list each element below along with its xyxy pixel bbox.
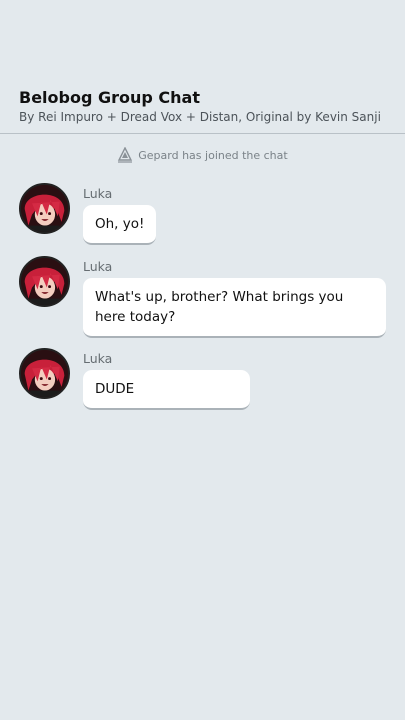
luka-avatar[interactable] — [19, 183, 70, 234]
chat-header: Belobog Group Chat By Rei Impuro + Dread… — [0, 0, 405, 134]
sender-name: Luka — [83, 259, 113, 274]
system-join-notice: Gepard has joined the chat — [0, 146, 405, 164]
chat-title: Belobog Group Chat — [19, 88, 200, 107]
message-bubble: What's up, brother? What brings you here… — [83, 278, 386, 338]
system-join-text: Gepard has joined the chat — [138, 148, 288, 162]
chat-screen: Belobog Group Chat By Rei Impuro + Dread… — [0, 0, 405, 720]
luka-avatar[interactable] — [19, 348, 70, 399]
luka-avatar[interactable] — [19, 256, 70, 307]
caravan-crest-icon — [117, 146, 133, 163]
chat-subtitle: By Rei Impuro + Dread Vox + Distan, Orig… — [19, 110, 381, 124]
message-bubble: DUDE — [83, 370, 250, 410]
message-bubble: Oh, yo! — [83, 205, 157, 245]
sender-name: Luka — [83, 351, 113, 366]
sender-name: Luka — [83, 186, 113, 201]
